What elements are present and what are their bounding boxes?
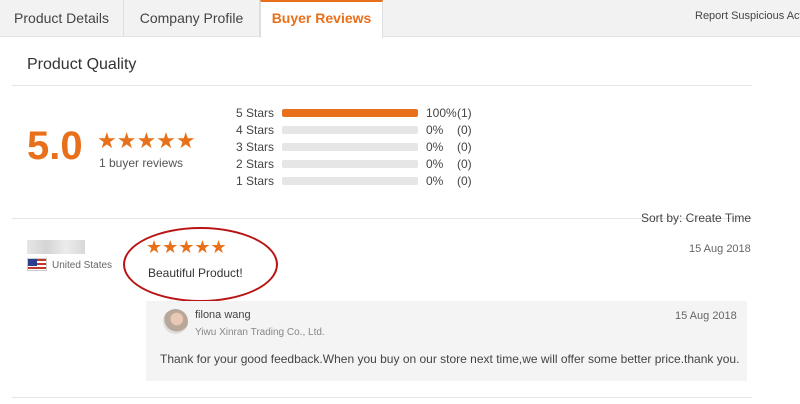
rating-bar — [282, 177, 418, 185]
rating-bar — [282, 143, 418, 151]
sort-dropdown[interactable]: Sort by: Create Time — [641, 211, 751, 225]
rating-bar — [282, 160, 418, 168]
review-stars-icon: ★★★★★ — [146, 237, 227, 257]
tab-buyer-reviews[interactable]: Buyer Reviews — [260, 0, 383, 38]
reply-date: 15 Aug 2018 — [675, 310, 737, 322]
tab-bar: Product Details Company Profile Buyer Re… — [0, 0, 800, 38]
reviewer-name-blurred — [27, 240, 85, 254]
rating-label: 3 Stars — [236, 140, 275, 154]
review-text: Beautiful Product! — [148, 266, 243, 280]
rating-percent: 0% — [426, 157, 444, 171]
rating-percent: 0% — [426, 140, 444, 154]
divider — [12, 85, 752, 86]
reply-company: Yiwu Xinran Trading Co., Ltd. — [195, 327, 325, 338]
us-flag-icon — [27, 258, 47, 271]
rating-percent: 100% — [426, 106, 457, 120]
rating-bar — [282, 126, 418, 134]
reply-author: filona wang — [195, 309, 251, 321]
summary-stars-icon: ★★★★★ — [97, 128, 196, 153]
rating-count: (1) — [457, 106, 472, 120]
rating-count: (0) — [457, 140, 472, 154]
report-suspicious-link[interactable]: Report Suspicious Activity — [695, 10, 800, 22]
rating-label: 2 Stars — [236, 157, 275, 171]
seller-reply: filona wang Yiwu Xinran Trading Co., Ltd… — [146, 301, 747, 381]
rating-count: (0) — [457, 123, 472, 137]
rating-bar-fill — [282, 109, 418, 117]
rating-count: (0) — [457, 157, 472, 171]
review-date: 15 Aug 2018 — [689, 243, 751, 255]
avatar — [163, 309, 188, 334]
rating-count: (0) — [457, 174, 472, 188]
rating-label: 5 Stars — [236, 106, 275, 120]
average-score: 5.0 — [27, 124, 83, 168]
reply-text: Thank for your good feedback.When you bu… — [160, 352, 740, 366]
divider — [12, 397, 752, 398]
rating-bar — [282, 109, 418, 117]
rating-label: 4 Stars — [236, 123, 275, 137]
tab-product-details[interactable]: Product Details — [0, 0, 124, 37]
rating-percent: 0% — [426, 174, 444, 188]
rating-label: 1 Stars — [236, 174, 275, 188]
tab-company-profile[interactable]: Company Profile — [124, 0, 260, 37]
rating-percent: 0% — [426, 123, 444, 137]
section-title: Product Quality — [27, 56, 137, 73]
reviewer-country: United States — [52, 260, 113, 271]
review-count: 1 buyer reviews — [99, 156, 184, 170]
